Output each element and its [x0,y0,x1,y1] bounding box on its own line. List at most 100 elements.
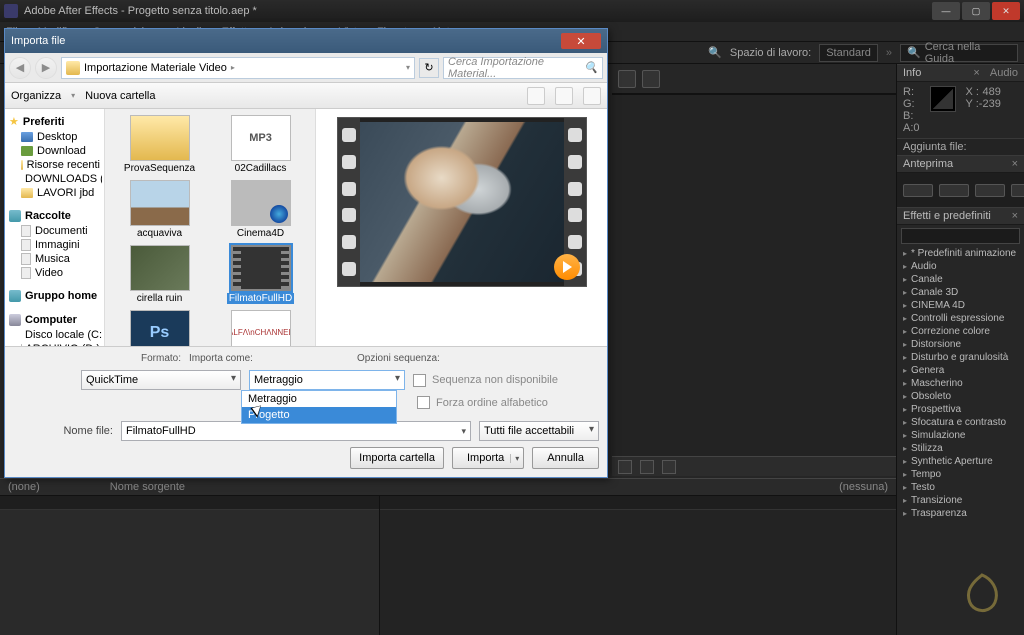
sidebar-item-video[interactable]: Video [7,266,102,280]
sidebar-item-download[interactable]: Download [7,144,102,158]
file-item[interactable]: Cinema4D [212,180,309,239]
import-folder-button[interactable]: Importa cartella [350,447,444,469]
sidebar-item-documents[interactable]: Documenti [7,224,102,238]
cancel-button[interactable]: Annulla [532,447,599,469]
file-item-selected[interactable]: FilmatoFullHD [212,245,309,304]
format-label: Formato: [141,353,181,364]
workspace-label: Spazio di lavoro: [730,47,811,59]
dialog-options: Formato: Importa come: Opzioni sequenza:… [5,346,607,477]
effects-category[interactable]: Stilizza [897,442,1024,455]
timeline-tracks[interactable] [380,496,896,635]
dropdown-option-metraggio[interactable]: Metraggio [242,391,396,407]
effects-category[interactable]: Distorsione [897,338,1024,351]
refresh-icon[interactable]: ↻ [419,58,439,78]
sidebar-item-desktop[interactable]: Desktop [7,130,102,144]
view-options-icon[interactable] [527,87,545,105]
close-icon[interactable]: × [1012,158,1018,170]
chevron-down-icon[interactable]: ▾ [510,454,519,463]
footer-icon[interactable] [662,460,676,474]
dialog-titlebar[interactable]: Importa file ✕ [5,29,607,53]
app-icon [4,4,18,18]
comp-footer [612,456,896,476]
timeline-layers[interactable] [0,496,380,635]
effects-category[interactable]: Genera [897,364,1024,377]
dropdown-option-progetto[interactable]: Progetto [242,407,396,423]
effects-category[interactable]: Obsoleto [897,390,1024,403]
window-close-button[interactable]: ✕ [992,2,1020,20]
close-icon[interactable]: × [1012,210,1018,222]
alpha-order-checkbox[interactable] [417,396,430,409]
import-as-dropdown[interactable]: Metraggio Progetto [241,390,397,424]
file-preview-pane [315,109,607,346]
tool-icon[interactable] [642,70,660,88]
format-select[interactable]: QuickTime [81,370,241,390]
play-icon[interactable] [554,254,580,280]
effects-category[interactable]: Synthetic Aperture [897,455,1024,468]
sidebar-item-images[interactable]: Immagini [7,238,102,252]
workspace-selector[interactable]: Standard [819,44,878,62]
preview-panel-tab[interactable]: Anteprima× [897,155,1024,173]
filetype-select[interactable]: Tutti file accettabili [479,421,599,441]
organize-menu[interactable]: Organizza [11,90,61,102]
preview-first-button[interactable] [903,184,933,197]
effects-category[interactable]: * Predefiniti animazione [897,247,1024,260]
effects-category[interactable]: CINEMA 4D [897,299,1024,312]
preview-play-button[interactable] [975,184,1005,197]
effects-category[interactable]: Audio [897,260,1024,273]
help-search-input[interactable]: 🔍 Cerca nella Guida [900,44,1018,62]
effects-category[interactable]: Correzione colore [897,325,1024,338]
nav-forward-button[interactable]: ▶ [35,57,57,79]
dialog-title: Importa file [11,35,65,47]
filename-input[interactable]: FilmatoFullHD▾ [121,421,471,441]
effects-category[interactable]: Controlli espressione [897,312,1024,325]
effects-category[interactable]: Canale [897,273,1024,286]
sidebar-item-disk-c[interactable]: Disco locale (C:) [7,328,102,342]
tool-strip [612,64,896,94]
help-icon[interactable] [583,87,601,105]
nav-back-button[interactable]: ◀ [9,57,31,79]
effects-category[interactable]: Sfocatura e contrasto [897,416,1024,429]
effects-category[interactable]: Trasparenza [897,507,1024,520]
import-as-select[interactable]: Metraggio [249,370,405,390]
file-item[interactable]: acquaviva [111,180,208,239]
new-folder-button[interactable]: Nuova cartella [85,90,155,102]
effects-category[interactable]: Transizione [897,494,1024,507]
file-item[interactable]: cirella ruin [111,245,208,304]
window-maximize-button[interactable]: ▢ [962,2,990,20]
sequence-checkbox[interactable] [413,374,426,387]
effects-category[interactable]: Tempo [897,468,1024,481]
sidebar-item-recent[interactable]: Risorse recenti [7,158,102,172]
effects-category[interactable]: Simulazione [897,429,1024,442]
file-item[interactable]: MP302Cadillacs [212,115,309,174]
effects-category[interactable]: Prospettiva [897,403,1024,416]
footer-icon[interactable] [640,460,654,474]
view-details-icon[interactable] [555,87,573,105]
footer-icon[interactable] [618,460,632,474]
preview-prev-button[interactable] [939,184,969,197]
folder-search-input[interactable]: Cerca Importazione Material...🔍 [443,57,603,79]
effects-category[interactable]: Disturbo e granulosità [897,351,1024,364]
close-icon[interactable]: × [973,67,979,79]
timeline-source: Nome sorgente [110,481,185,493]
window-minimize-button[interactable]: — [932,2,960,20]
file-grid[interactable]: ProvaSequenza MP302Cadillacs acquaviva C… [105,109,315,346]
effects-search-input[interactable] [901,228,1020,244]
dialog-close-button[interactable]: ✕ [561,33,601,49]
info-panel-tab[interactable]: Info× Audio [897,64,1024,82]
sidebar-item-downloads2[interactable]: DOWNLOADS (2) [7,172,102,186]
chevron-down-icon[interactable]: ▾ [406,63,410,72]
effects-category[interactable]: Canale 3D [897,286,1024,299]
file-item[interactable]: PsGrafica [111,310,208,346]
file-item[interactable]: ΛLFΛ\nCHΛNNELImmagineConAlphaChannel [212,310,309,346]
breadcrumb[interactable]: Importazione Materiale Video ▸ ▾ [61,57,415,79]
effects-category[interactable]: Mascherino [897,377,1024,390]
preview-next-button[interactable] [1011,184,1024,197]
file-item[interactable]: ProvaSequenza [111,115,208,174]
sidebar-item-lavori[interactable]: LAVORI jbd [7,186,102,200]
dialog-sidebar[interactable]: ★Preferiti Desktop Download Risorse rece… [5,109,105,346]
sidebar-item-music[interactable]: Musica [7,252,102,266]
effects-panel-tab[interactable]: Effetti e predefiniti× [897,207,1024,225]
tool-icon[interactable] [618,70,636,88]
import-button[interactable]: Importa▾ [452,447,524,469]
effects-category[interactable]: Testo [897,481,1024,494]
